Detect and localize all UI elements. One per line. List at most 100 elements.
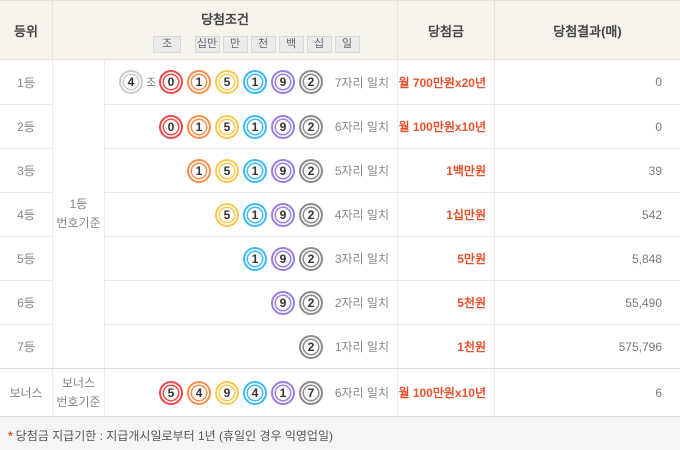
- group-basis-label-line: 보너스: [62, 374, 95, 393]
- digit-ball-slot: 2: [297, 70, 325, 94]
- digit-label-slot: 만: [221, 36, 249, 53]
- header-result: 당첨결과(매): [495, 1, 680, 59]
- ball-digit: 9: [271, 115, 295, 139]
- ball-digit: 4: [187, 381, 211, 405]
- ball-digit: 0: [159, 70, 183, 94]
- digit-ball-slot: 0: [157, 70, 185, 94]
- condition-cell: 4조015192 7자리 일치: [105, 60, 398, 104]
- rank-cell: 4등: [0, 192, 52, 236]
- digit-ball-slot: 1: [269, 381, 297, 405]
- ball-digit: 0: [159, 115, 183, 139]
- ball-slots: 192: [116, 247, 325, 271]
- digit-place-label: 백: [279, 36, 304, 53]
- group-basis-label-line: 번호기준: [56, 214, 100, 233]
- ball-digit: 2: [299, 70, 323, 94]
- digit-ball-slot: 1: [241, 159, 269, 183]
- digit-ball-slot: 9: [269, 70, 297, 94]
- ball-digit: 9: [215, 381, 239, 405]
- digit-ball-slot: 1: [241, 70, 269, 94]
- result-count-cell: 55,490: [495, 281, 680, 324]
- prize-cell: 1백만원: [398, 149, 495, 192]
- digit-labels-row: 조십만만천백십일: [152, 36, 361, 53]
- ball-slots: 4조015192: [116, 70, 325, 94]
- digit-ball-slot: 4: [185, 381, 213, 405]
- digit-ball-slot: 1: [185, 115, 213, 139]
- table-row: 51924자리 일치1십만원542: [105, 192, 680, 236]
- ball-digit: 1: [243, 247, 267, 271]
- digit-ball-slot: 7: [297, 381, 325, 405]
- header-condition: 당첨조건 조십만만천백십일: [53, 1, 398, 59]
- rank-cell: 6등: [0, 280, 52, 324]
- ball-slots: 5192: [116, 203, 325, 227]
- ball-digit: 2: [299, 247, 323, 271]
- digit-label-slot: 십만: [193, 36, 221, 53]
- digit-label-slot: 백: [277, 36, 305, 53]
- rank-group: 보너스보너스번호기준5494176자리 일치월 100만원x10년6: [0, 368, 680, 416]
- ball-digit: 9: [271, 70, 295, 94]
- match-condition-text: 2자리 일치: [335, 294, 389, 311]
- ball-digit: 9: [271, 159, 295, 183]
- ball-digit: 1: [243, 115, 267, 139]
- digit-label-slot: 십: [305, 36, 333, 53]
- footnote-asterisk-icon: *: [8, 429, 13, 443]
- rank-cell: 5등: [0, 236, 52, 280]
- digit-place-label: 십만: [195, 36, 220, 53]
- rank-cell: 3등: [0, 148, 52, 192]
- digit-label-slot: 일: [333, 36, 361, 53]
- ball-digit: 5: [215, 70, 239, 94]
- digit-label-slot: 천: [249, 36, 277, 53]
- digit-ball-slot: 2: [297, 247, 325, 271]
- header-condition-title: 당첨조건: [201, 1, 249, 36]
- digit-ball-slot: 0: [157, 115, 185, 139]
- lottery-results-page: 등위 당첨조건 조십만만천백십일 당첨금 당첨결과(매) 1등2등3등4등5등6…: [0, 0, 680, 450]
- header-rank: 등위: [0, 1, 53, 59]
- prize-cell: 1십만원: [398, 193, 495, 236]
- ball-digit: 9: [271, 291, 295, 315]
- prize-cell: 월 100만원x10년: [398, 105, 495, 148]
- prize-cell: 월 700만원x20년: [398, 60, 495, 104]
- ball-digit: 1: [187, 70, 211, 94]
- footnote-text: 당첨금 지급기한 : 지급개시일로부터 1년 (휴일인 경우 익영업일): [16, 429, 333, 443]
- ball-slots: 92: [116, 291, 325, 315]
- condition-cell: 151925자리 일치: [105, 149, 398, 192]
- ball-digit: 1: [271, 381, 295, 405]
- jo-ball-slot: 4: [116, 70, 146, 94]
- match-condition-text: 6자리 일치: [335, 118, 389, 135]
- digit-ball-slot: 9: [269, 115, 297, 139]
- condition-cell: 92 2자리 일치: [105, 281, 398, 324]
- prize-cell: 월 100만원x10년: [398, 369, 495, 416]
- rows-column: 4조0151927자리 일치월 700만원x20년00151926자리 일치월 …: [105, 60, 680, 368]
- match-condition-text: 7자리 일치: [335, 74, 389, 91]
- table-row: 015192 6자리 일치 월 100만원x10년 0: [105, 104, 680, 148]
- ball-digit: 1: [243, 70, 267, 94]
- match-condition-text: 6자리 일치: [335, 384, 389, 401]
- digit-ball-slot: 9: [269, 159, 297, 183]
- digit-ball-slot: 2: [297, 115, 325, 139]
- rank-cell: 보너스: [0, 369, 52, 416]
- group-basis-label: 1등번호기준: [53, 60, 105, 368]
- digit-place-label: 만: [223, 36, 248, 53]
- digit-ball-slot: 9: [269, 203, 297, 227]
- digit-ball-slot: 2: [297, 159, 325, 183]
- rank-group: 1등2등3등4등5등6등7등1등번호기준 4조015192 7자리 일치 월 700만…: [0, 60, 680, 368]
- digit-ball-slot: 1: [185, 70, 213, 94]
- digit-ball-slot: 1: [185, 159, 213, 183]
- ball-slots: 015192: [116, 115, 325, 139]
- rank-column: 1등2등3등4등5등6등7등: [0, 60, 53, 368]
- digit-ball-slot: 2: [297, 335, 325, 359]
- table-row: 4조015192 7자리 일치 월 700만원x20년 0: [105, 60, 680, 104]
- condition-cell: 0151926자리 일치: [105, 105, 398, 148]
- ball-digit: 2: [299, 335, 323, 359]
- digit-ball-slot: 5: [157, 381, 185, 405]
- ball-digit: 1: [187, 115, 211, 139]
- result-count-cell: 6: [495, 369, 680, 416]
- condition-cell: 5494176자리 일치: [105, 369, 398, 416]
- rank-cell: 7등: [0, 324, 52, 368]
- ball-digit: 5: [215, 115, 239, 139]
- table-row: 151925자리 일치1백만원39: [105, 148, 680, 192]
- header-prize: 당첨금: [398, 1, 495, 59]
- condition-cell: 1923자리 일치: [105, 237, 398, 280]
- ball-digit: 1: [187, 159, 211, 183]
- digit-ball-slot: 9: [213, 381, 241, 405]
- ball-digit: 1: [243, 203, 267, 227]
